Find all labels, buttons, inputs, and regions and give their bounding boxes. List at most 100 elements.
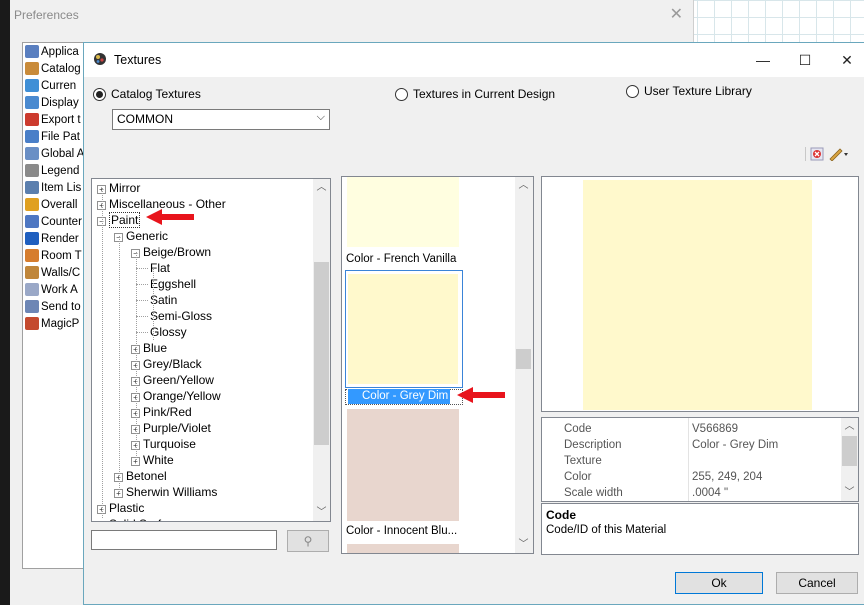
tree-item[interactable]: + Plastic — [97, 500, 144, 516]
tree-item-label: Green/Yellow — [143, 373, 214, 387]
properties-scrollbar[interactable]: ︿ ﹀ — [841, 418, 858, 501]
category-icon — [25, 45, 39, 58]
annotation-arrow-paint — [146, 209, 194, 225]
category-icon — [25, 198, 39, 211]
ok-button[interactable]: Ok — [675, 572, 763, 594]
radio-catalog-textures[interactable]: Catalog Textures — [93, 87, 201, 101]
preferences-item-label: Work A — [41, 283, 78, 296]
preferences-close-button[interactable]: ✕ — [670, 4, 683, 24]
property-value: Color - Grey Dim — [692, 439, 779, 451]
tree-item-label: Betonel — [126, 469, 167, 483]
texture-category-tree[interactable]: ︿ ﹀ + Mirror + Miscellaneous - Other − Paint −… — [91, 178, 331, 522]
search-input[interactable] — [91, 530, 277, 550]
swatch-scrollbar-thumb[interactable] — [516, 349, 531, 369]
tree-item[interactable]: + Betonel — [114, 468, 167, 484]
tree-scrollbar[interactable]: ︿ ﹀ — [313, 179, 330, 521]
remove-texture-icon[interactable] — [810, 147, 824, 161]
preferences-item-label: Global A — [41, 147, 85, 160]
tree-item[interactable]: Eggshell — [150, 276, 196, 292]
tree-guide-line — [102, 188, 103, 518]
properties-grid[interactable]: ︿ ﹀ Code V566869 Description Color - Grey D… — [541, 417, 859, 502]
swatch-thumbnail[interactable] — [347, 409, 459, 521]
category-icon — [25, 164, 39, 177]
property-row[interactable]: Scale width .0004 " — [542, 486, 839, 501]
tree-item[interactable]: Satin — [150, 292, 177, 308]
pencil-dropdown-icon[interactable] — [828, 147, 850, 161]
chevron-up-icon[interactable]: ︿ — [313, 179, 330, 196]
tree-item[interactable]: + Sherwin Williams — [114, 484, 217, 500]
preview-toolbar — [805, 147, 850, 161]
tree-connector — [136, 284, 148, 285]
preferences-title: Preferences — [14, 8, 79, 22]
textures-dialog: Textures — ☐ ✕ Catalog Textures Textures… — [83, 42, 864, 605]
tree-guide-line — [153, 268, 154, 340]
tree-item[interactable]: + Purple/Violet — [131, 420, 211, 436]
texture-swatch-list[interactable]: Color - French Vanilla Color - Grey Dim … — [341, 176, 534, 554]
preferences-item-label: MagicP — [41, 317, 80, 330]
tree-guide-line — [119, 236, 120, 492]
swatch-label: Color - French Vanilla — [346, 253, 457, 265]
tree-item[interactable]: Semi-Gloss — [150, 308, 212, 324]
radio-current-design[interactable]: Textures in Current Design — [395, 87, 555, 101]
properties-scrollbar-thumb[interactable] — [842, 436, 857, 466]
swatch-thumbnail[interactable] — [347, 177, 459, 247]
property-value: 255, 249, 204 — [692, 471, 763, 483]
tree-scrollbar-thumb[interactable] — [314, 262, 329, 445]
radio-indicator — [93, 87, 106, 101]
chevron-down-icon[interactable]: ﹀ — [841, 484, 858, 501]
swatch-scrollbar[interactable]: ︿ ﹀ — [515, 177, 533, 553]
minimize-button[interactable]: — — [748, 49, 778, 71]
tree-connector — [136, 300, 148, 301]
property-name: Code — [564, 423, 592, 435]
swatch-thumbnail[interactable] — [347, 544, 459, 553]
category-icon — [25, 232, 39, 245]
tree-item[interactable]: + White — [131, 452, 174, 468]
category-icon — [25, 215, 39, 228]
category-icon — [25, 249, 39, 262]
close-button[interactable]: ✕ — [832, 49, 862, 71]
chevron-down-icon: ⌵ — [316, 111, 325, 123]
chevron-up-icon[interactable]: ︿ — [841, 418, 858, 435]
tree-item[interactable]: + Orange/Yellow — [131, 388, 221, 404]
maximize-button[interactable]: ☐ — [790, 49, 820, 71]
property-name: Color — [564, 471, 592, 483]
preferences-item-label: Legend — [41, 164, 80, 177]
tree-item[interactable]: + Mirror — [97, 180, 140, 196]
tree-item-label: Blue — [143, 341, 168, 355]
tree-item[interactable]: − Beige/Brown — [131, 244, 211, 260]
preferences-item-label: Item Lis — [41, 181, 82, 194]
property-row[interactable]: Description Color - Grey Dim — [542, 438, 839, 454]
radio-indicator — [626, 84, 639, 98]
search-button[interactable]: ⚲ — [287, 530, 329, 552]
tree-item-label: Glossy — [150, 325, 187, 339]
catalog-select[interactable]: COMMON ⌵ — [112, 109, 330, 130]
tree-item[interactable]: + Pink/Red — [131, 404, 192, 420]
chevron-up-icon[interactable]: ︿ — [515, 177, 532, 194]
swatch-thumbnail-selected[interactable] — [348, 274, 458, 384]
tree-item-label: Orange/Yellow — [143, 389, 221, 403]
tree-item[interactable]: Glossy — [150, 324, 187, 340]
tree-item-label: Satin — [150, 293, 178, 307]
tree-item[interactable]: +Solid Surface — [97, 516, 180, 522]
chevron-down-icon[interactable]: ﹀ — [313, 504, 330, 521]
tree-item[interactable]: + Green/Yellow — [131, 372, 214, 388]
tree-item-label: Generic — [126, 229, 169, 243]
chevron-down-icon[interactable]: ﹀ — [515, 536, 532, 553]
category-icon — [25, 79, 39, 92]
tree-item-label: Purple/Violet — [143, 421, 211, 435]
expand-icon[interactable]: + — [97, 521, 106, 522]
radio-indicator — [395, 87, 408, 101]
property-row[interactable]: Texture — [542, 454, 839, 470]
preferences-item-label: Walls/C — [41, 266, 81, 279]
tree-item[interactable]: + Grey/Black — [131, 356, 202, 372]
category-icon — [25, 96, 39, 109]
radio-user-library[interactable]: User Texture Library — [626, 84, 752, 98]
tree-item[interactable]: − Paint — [97, 212, 141, 228]
tree-item[interactable]: + Turquoise — [131, 436, 196, 452]
tree-item-label: Semi-Gloss — [150, 309, 213, 323]
property-row[interactable]: Color 255, 249, 204 — [542, 470, 839, 486]
tree-item[interactable]: − Generic — [114, 228, 168, 244]
cancel-button[interactable]: Cancel — [776, 572, 858, 594]
window-edge — [0, 0, 10, 605]
property-row[interactable]: Code V566869 — [542, 422, 839, 438]
